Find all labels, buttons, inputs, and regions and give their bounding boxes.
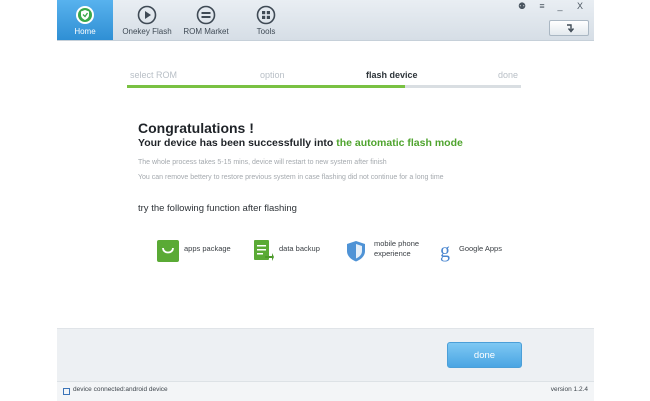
apps-package-icon <box>157 240 179 262</box>
congrats-title: Congratulations ! <box>138 120 254 136</box>
rom-icon <box>196 5 216 25</box>
home-shield-icon <box>76 6 94 24</box>
top-toolbar: Home Onekey Flash ROM Market Tools ⚉ ≡ _… <box>57 0 594 41</box>
nav-onekey-flash[interactable]: Onekey Flash <box>117 0 177 40</box>
nav-home-label: Home <box>74 27 96 36</box>
func-mobile-phone-line-1: mobile phone <box>374 239 420 248</box>
progress-track <box>127 85 521 88</box>
version-label: version 1.2.4 <box>550 386 588 393</box>
app-window: Home Onekey Flash ROM Market Tools ⚉ ≡ _… <box>57 0 594 401</box>
redo-arrow-icon <box>567 24 575 33</box>
status-subtitle: Your device has been successfully into t… <box>138 137 463 149</box>
func-mobile-phone-line-2: experience <box>374 249 411 258</box>
step-select-rom: select ROM <box>130 70 178 80</box>
subtitle-prefix: Your device has been successfully into <box>138 137 334 149</box>
func-data-backup[interactable]: data backup <box>252 238 327 264</box>
description-line-1: The whole process takes 5-15 mins, devic… <box>138 159 387 166</box>
device-status-text: device connected:android device <box>73 386 168 393</box>
nav-home[interactable]: Home <box>57 0 113 40</box>
nav-rom-market-label: ROM Market <box>183 27 229 36</box>
step-flash-device: flash device <box>366 70 418 80</box>
data-backup-icon <box>254 240 274 261</box>
func-google-apps[interactable]: g Google Apps <box>438 238 513 264</box>
tools-grid-icon <box>256 5 276 25</box>
minimize-button[interactable]: _ <box>551 0 569 13</box>
play-icon <box>137 5 157 25</box>
func-google-apps-label: Google Apps <box>459 244 502 253</box>
func-mobile-phone-label: mobile phone experience <box>374 239 419 259</box>
done-button[interactable]: done <box>447 342 522 368</box>
menu-button[interactable]: ≡ <box>533 0 551 13</box>
update-button[interactable] <box>549 20 589 36</box>
func-apps-package-label: apps package <box>184 244 231 253</box>
description-line-2: You can remove bettery to restore previo… <box>138 174 444 181</box>
close-button[interactable]: X <box>571 0 589 13</box>
shield-icon <box>347 241 365 262</box>
nav-rom-market[interactable]: ROM Market <box>179 0 233 40</box>
try-label: try the following function after flashin… <box>138 203 297 214</box>
nav-onekey-flash-label: Onekey Flash <box>122 27 172 36</box>
feedback-button[interactable]: ⚉ <box>513 0 531 13</box>
step-option: option <box>260 70 285 80</box>
func-data-backup-label: data backup <box>279 244 320 253</box>
device-status-icon <box>63 388 70 395</box>
progress-fill <box>127 85 405 88</box>
func-mobile-phone-experience[interactable]: mobile phone experience <box>345 238 430 264</box>
svg-text:g: g <box>440 240 450 262</box>
nav-tools[interactable]: Tools <box>237 0 295 40</box>
func-apps-package[interactable]: apps package <box>157 238 237 264</box>
google-icon: g <box>440 240 450 262</box>
status-bar: device connected:android device version … <box>57 381 594 401</box>
step-done: done <box>498 70 519 80</box>
subtitle-highlight: the automatic flash mode <box>336 137 463 149</box>
nav-tools-label: Tools <box>256 27 276 36</box>
